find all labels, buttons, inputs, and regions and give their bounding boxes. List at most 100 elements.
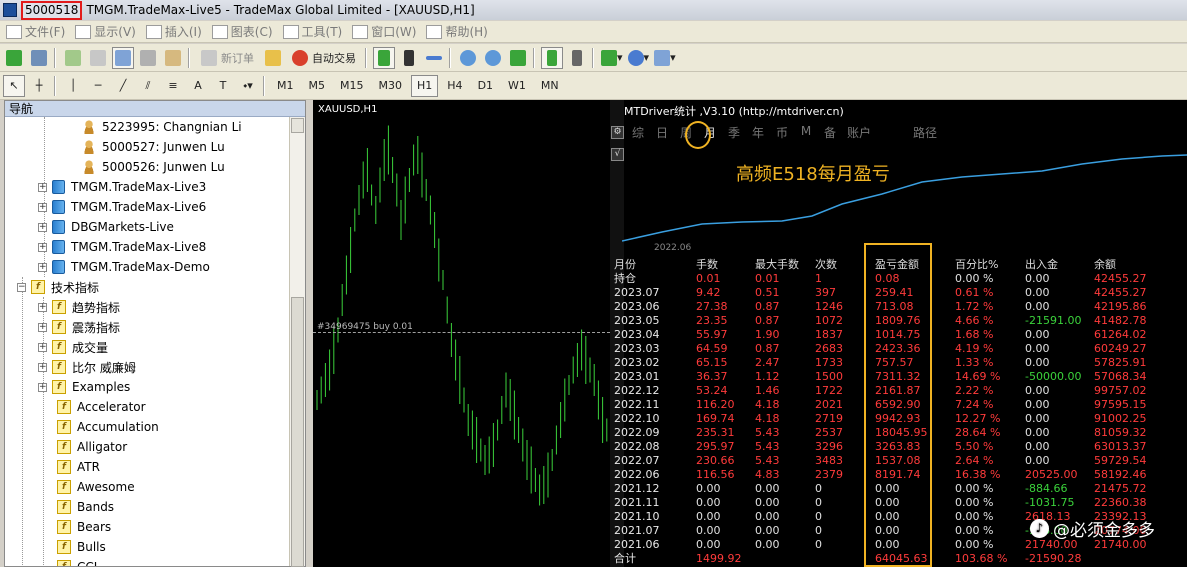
table-cell: 2021.10 [614, 510, 660, 523]
open-order-line[interactable] [313, 332, 610, 333]
timeframe-h1-button[interactable]: H1 [411, 74, 439, 97]
stats-tab[interactable]: 备 [818, 124, 842, 141]
nav-indicator-group[interactable]: + f 比尔 威廉姆 [38, 357, 136, 377]
chart-shift-button[interactable] [566, 47, 588, 69]
timeframe-m15-button[interactable]: M15 [334, 75, 370, 97]
expand-toggle-icon[interactable]: + [38, 362, 47, 372]
data-window-button[interactable] [87, 47, 109, 69]
table-cell: 28.64 % [955, 426, 1001, 439]
stats-tab[interactable]: 季 [722, 124, 746, 141]
expand-toggle-icon[interactable]: + [38, 222, 47, 232]
nav-server-item[interactable]: + DBGMarkets-Live [38, 217, 174, 237]
timeframe-m1-button[interactable]: M1 [271, 75, 300, 97]
bar-chart-button[interactable] [373, 46, 395, 69]
nav-server-item[interactable]: + TMGM.TradeMax-Live6 [38, 197, 206, 217]
stats-tab[interactable]: 综 [626, 124, 650, 141]
nav-indicator-item[interactable]: f CCI [57, 557, 97, 566]
scroll-thumb[interactable] [291, 297, 304, 567]
terminal-button[interactable] [137, 47, 159, 69]
text-label-tool[interactable]: T [212, 75, 234, 97]
table-cell: 百分比% [955, 258, 999, 271]
auto-scroll-button[interactable] [541, 46, 563, 69]
stats-tab[interactable]: 日 [650, 124, 674, 141]
market-watch-button[interactable] [62, 47, 84, 69]
expand-toggle-icon[interactable]: + [38, 302, 47, 312]
nav-indicator-item[interactable]: f ATR [57, 457, 100, 477]
menu-item[interactable]: 图表(C) [211, 23, 273, 40]
nav-indicator-item[interactable]: f Accelerator [57, 397, 146, 417]
expand-toggle-icon[interactable]: − [17, 282, 26, 292]
timeframe-h4-button[interactable]: H4 [441, 75, 468, 97]
stats-tab[interactable]: 账户 [842, 124, 876, 141]
menu-item[interactable]: 插入(I) [145, 23, 202, 40]
menu-item[interactable]: 窗口(W) [352, 23, 416, 40]
indicators-button[interactable]: ▾ [600, 47, 624, 69]
settings-icon[interactable]: ⚙ [611, 126, 624, 139]
expand-toggle-icon[interactable]: + [38, 322, 47, 332]
fibonacci-tool[interactable]: ≡ [162, 75, 184, 97]
templates-button[interactable]: ▾ [653, 47, 677, 69]
nav-server-item[interactable]: + TMGM.TradeMax-Demo [38, 257, 210, 277]
stats-tab[interactable]: M [794, 124, 818, 141]
nav-account-item[interactable]: 5000526: Junwen Lu [82, 157, 225, 177]
nav-indicator-group[interactable]: + f 成交量 [38, 337, 108, 357]
crosshair-tool[interactable]: ┼ [28, 75, 50, 97]
expand-toggle-icon[interactable]: + [38, 382, 47, 392]
nav-server-item[interactable]: + TMGM.TradeMax-Live3 [38, 177, 206, 197]
nav-indicator-group[interactable]: + f Examples [38, 377, 130, 397]
expand-toggle-icon[interactable]: + [38, 242, 47, 252]
nav-indicator-item[interactable]: f Bands [57, 497, 114, 517]
expand-toggle-icon[interactable]: + [38, 182, 47, 192]
auto-trading-button[interactable]: 自动交易 [287, 47, 361, 69]
timeframe-mn-button[interactable]: MN [535, 75, 565, 97]
timeframe-w1-button[interactable]: W1 [502, 75, 532, 97]
zoom-out-button[interactable] [482, 47, 504, 69]
nav-account-item[interactable]: 5000527: Junwen Lu [82, 137, 225, 157]
text-tool[interactable]: A [187, 75, 209, 97]
navigator-button[interactable] [112, 46, 134, 69]
menu-item[interactable]: 帮助(H) [426, 23, 488, 40]
menu-item[interactable]: 工具(T) [282, 23, 342, 40]
path-tab[interactable]: 路径 [913, 124, 937, 141]
new-order-button[interactable]: 新订单 [196, 47, 259, 69]
nav-indicator-item[interactable]: f Bears [57, 517, 111, 537]
nav-indicator-item[interactable]: f Awesome [57, 477, 135, 497]
zoom-in-button[interactable] [457, 47, 479, 69]
nav-account-item[interactable]: 5223995: Changnian Li [82, 117, 242, 137]
vertical-line-tool[interactable]: │ [62, 75, 84, 97]
channel-tool[interactable]: ⫽ [137, 75, 159, 97]
tile-windows-button[interactable] [507, 47, 529, 69]
menu-item[interactable]: 文件(F) [6, 23, 65, 40]
metaeditor-button[interactable] [262, 47, 284, 69]
nav-server-item[interactable]: + TMGM.TradeMax-Live8 [38, 237, 206, 257]
profiles-button[interactable] [28, 47, 50, 69]
expand-toggle-icon[interactable]: + [38, 202, 47, 212]
nav-indicators-root[interactable]: − f 技术指标 [17, 277, 99, 297]
nav-indicator-group[interactable]: + f 震荡指标 [38, 317, 120, 337]
periods-button[interactable]: ▾ [627, 47, 651, 69]
line-chart-button[interactable] [423, 47, 445, 69]
price-chart[interactable]: XAUUSD,H1 #34969475 buy 0.01 [313, 100, 610, 567]
timeframe-d1-button[interactable]: D1 [472, 75, 499, 97]
menu-item[interactable]: 显示(V) [75, 23, 136, 40]
nav-indicator-item[interactable]: f Bulls [57, 537, 106, 557]
cursor-tool[interactable]: ↖ [3, 74, 25, 97]
arrows-tool[interactable]: ⬩▾ [237, 75, 259, 97]
candlestick-button[interactable] [398, 47, 420, 69]
horizontal-line-tool[interactable]: ─ [87, 75, 109, 97]
strategy-tester-button[interactable] [162, 47, 184, 69]
scroll-up-arrow[interactable] [291, 118, 304, 133]
timeframe-m5-button[interactable]: M5 [303, 75, 332, 97]
stats-tab[interactable]: 币 [770, 124, 794, 141]
expand-toggle-icon[interactable]: + [38, 342, 47, 352]
timeframe-m30-button[interactable]: M30 [373, 75, 409, 97]
stats-tab[interactable]: 年 [746, 124, 770, 141]
new-chart-button[interactable] [3, 47, 25, 69]
nav-indicator-item[interactable]: f Accumulation [57, 417, 159, 437]
nav-indicator-item[interactable]: f Alligator [57, 437, 127, 457]
expand-toggle-icon[interactable]: + [38, 262, 47, 272]
table-cell: 0.00 [696, 510, 721, 523]
trendline-tool[interactable]: ╱ [112, 75, 134, 97]
nav-indicator-group[interactable]: + f 趋势指标 [38, 297, 120, 317]
navigator-scrollbar[interactable] [289, 117, 305, 567]
